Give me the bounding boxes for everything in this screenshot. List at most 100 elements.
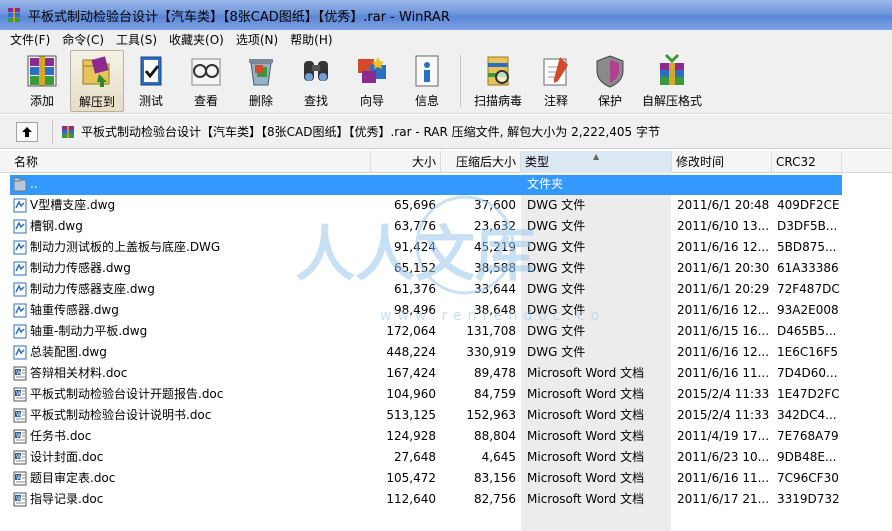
file-row[interactable]: W 答辩相关材料.doc 167,424 89,478 Microsoft Word 文… [0, 363, 892, 384]
file-row[interactable]: 制动力传感器支座.dwg 61,376 33,644 DWG 文件 2011/6/1 2… [0, 279, 892, 300]
cell-modified: 2011/6/16 11... [677, 471, 770, 485]
file-row[interactable]: 轴重-制动力平板.dwg 172,064 131,708 DWG 文件 2011/6/1… [0, 321, 892, 342]
svg-text:W: W [16, 433, 22, 440]
cell-type: Microsoft Word 文档 [527, 366, 645, 380]
cell-type: DWG 文件 [527, 240, 586, 254]
extract-to-button[interactable]: 解压到 [70, 50, 124, 112]
info-button[interactable]: 信息 [400, 50, 454, 112]
file-row[interactable]: W 平板式制动检验台设计开题报告.doc 104,960 84,759 Microsof… [0, 384, 892, 405]
cell-packed: 152,963 [466, 408, 516, 422]
cell-modified: 2011/6/16 12... [677, 345, 770, 359]
cell-size: 27,648 [394, 450, 436, 464]
menu-tools[interactable]: 工具(S) [110, 31, 163, 49]
cell-size [370, 174, 436, 195]
test-label: 测试 [138, 94, 163, 108]
cell-modified: 2011/6/16 12... [677, 303, 770, 317]
cell-name: 指导记录.doc [30, 492, 104, 506]
file-row[interactable]: V型槽支座.dwg 65,696 37,600 DWG 文件 2011/6/1 20:4… [0, 195, 892, 216]
add-label: 添加 [29, 94, 54, 108]
cell-type: Microsoft Word 文档 [527, 471, 645, 485]
file-row[interactable]: W 设计封面.doc 27,648 4,645 Microsoft Word 文档 201… [0, 447, 892, 468]
cell-packed: 88,804 [474, 429, 516, 443]
file-row[interactable]: W 平板式制动检验台设计说明书.doc 513,125 152,963 Microsof… [0, 405, 892, 426]
sfx-label: 自解压格式 [641, 94, 702, 108]
cell-name: 轴重-制动力平板.dwg [30, 324, 148, 338]
cell-packed: 84,759 [474, 387, 516, 401]
file-row[interactable]: 制动力传感器.dwg 65,152 38,588 DWG 文件 2011/6/1 20:… [0, 258, 892, 279]
word-doc-icon: W [13, 387, 27, 402]
cell-name: V型槽支座.dwg [30, 198, 116, 212]
word-doc-icon: W [13, 471, 27, 486]
cell-size: 167,424 [386, 366, 436, 380]
column-name[interactable]: 名称 [10, 151, 371, 173]
file-row[interactable]: 槽钢.dwg 63,776 23,632 DWG 文件 2011/6/10 13... D… [0, 216, 892, 237]
svg-text:W: W [16, 475, 22, 482]
word-doc-icon: W [13, 408, 27, 423]
cell-type: DWG 文件 [527, 198, 586, 212]
cell-type: Microsoft Word 文档 [527, 387, 645, 401]
file-row[interactable]: 制动力测试板的上盖板与底座.DWG 91,424 45,219 DWG 文件 2011/… [0, 237, 892, 258]
toolbar-separator [460, 55, 461, 107]
menu-favorites[interactable]: 收藏夹(O) [163, 31, 230, 49]
menu-options[interactable]: 选项(N) [230, 31, 284, 49]
menu-help[interactable]: 帮助(H) [284, 31, 338, 49]
protect-button[interactable]: 保护 [583, 50, 637, 112]
cell-packed: 82,756 [474, 492, 516, 506]
view-icon [191, 58, 221, 86]
cell-packed: 38,588 [474, 261, 516, 275]
cell-modified: 2015/2/4 11:33 [677, 408, 770, 422]
file-row[interactable]: W 题目审定表.doc 105,472 83,156 Microsoft Word 文档… [0, 468, 892, 489]
virus-scan-icon [487, 56, 509, 86]
extract-to-icon [82, 56, 110, 87]
dwg-file-icon [13, 324, 27, 339]
cell-crc: 7D4D60... [777, 366, 838, 380]
protect-icon [596, 55, 624, 88]
cell-crc: 409DF2CE [777, 198, 840, 212]
cell-name: 平板式制动检验台设计说明书.doc [30, 408, 212, 422]
file-row[interactable]: W 任务书.doc 124,928 88,804 Microsoft Word 文档 20… [0, 426, 892, 447]
menu-file[interactable]: 文件(F) [4, 31, 56, 49]
column-crc[interactable]: CRC32 [772, 151, 842, 173]
file-row[interactable]: W 指导记录.doc 112,640 82,756 Microsoft Word 文档 2… [0, 489, 892, 510]
wizard-button[interactable]: 向导 [344, 50, 400, 112]
column-modified[interactable]: 修改时间 [672, 151, 772, 173]
cell-packed: 330,919 [466, 345, 516, 359]
address-separator [52, 119, 53, 144]
cell-type: DWG 文件 [527, 324, 586, 338]
menu-commands[interactable]: 命令(C) [56, 31, 110, 49]
svg-text:W: W [16, 370, 22, 377]
cell-crc: 5BD875... [777, 240, 837, 254]
up-folder-button[interactable] [16, 121, 38, 142]
parent-folder-row[interactable]: .. 文件夹 [0, 174, 892, 195]
svg-text:W: W [16, 391, 22, 398]
find-button[interactable]: 查找 [288, 50, 344, 112]
cell-name: 设计封面.doc [30, 450, 104, 464]
protect-label: 保护 [597, 94, 622, 108]
cell-type: DWG 文件 [527, 345, 586, 359]
sfx-button[interactable]: 自解压格式 [637, 50, 707, 112]
folder-up-icon [13, 177, 27, 192]
word-doc-icon: W [13, 450, 27, 465]
comment-icon [543, 57, 568, 86]
cell-type: DWG 文件 [527, 303, 586, 317]
column-packed[interactable]: 压缩后大小 [441, 151, 521, 173]
file-row[interactable]: 轴重传感器.dwg 98,496 38,648 DWG 文件 2011/6/16 12.… [0, 300, 892, 321]
cell-crc: 61A33386 [777, 261, 839, 275]
cell-crc: 342DC4... [777, 408, 837, 422]
cell-modified: 2011/6/15 16... [677, 324, 770, 338]
virus-scan-button[interactable]: 扫描病毒 [467, 50, 529, 112]
cell-type: Microsoft Word 文档 [527, 492, 645, 506]
file-row[interactable]: 总装配图.dwg 448,224 330,919 DWG 文件 2011/6/16 12… [0, 342, 892, 363]
view-button[interactable]: 查看 [178, 50, 234, 112]
menu-bar: 文件(F) 命令(C) 工具(S) 收藏夹(O) 选项(N) 帮助(H) [0, 30, 892, 50]
cell-modified: 2011/6/17 21... [677, 492, 770, 506]
archive-icon [62, 125, 74, 138]
delete-button[interactable]: 删除 [234, 50, 288, 112]
cell-name: 制动力传感器支座.dwg [30, 282, 155, 296]
cell-crc: 7C96CF30 [777, 471, 839, 485]
comment-button[interactable]: 注释 [529, 50, 583, 112]
cell-size: 65,152 [394, 261, 436, 275]
add-button[interactable]: 添加 [14, 50, 70, 112]
column-size[interactable]: 大小 [371, 151, 441, 173]
test-button[interactable]: 测试 [124, 50, 178, 112]
